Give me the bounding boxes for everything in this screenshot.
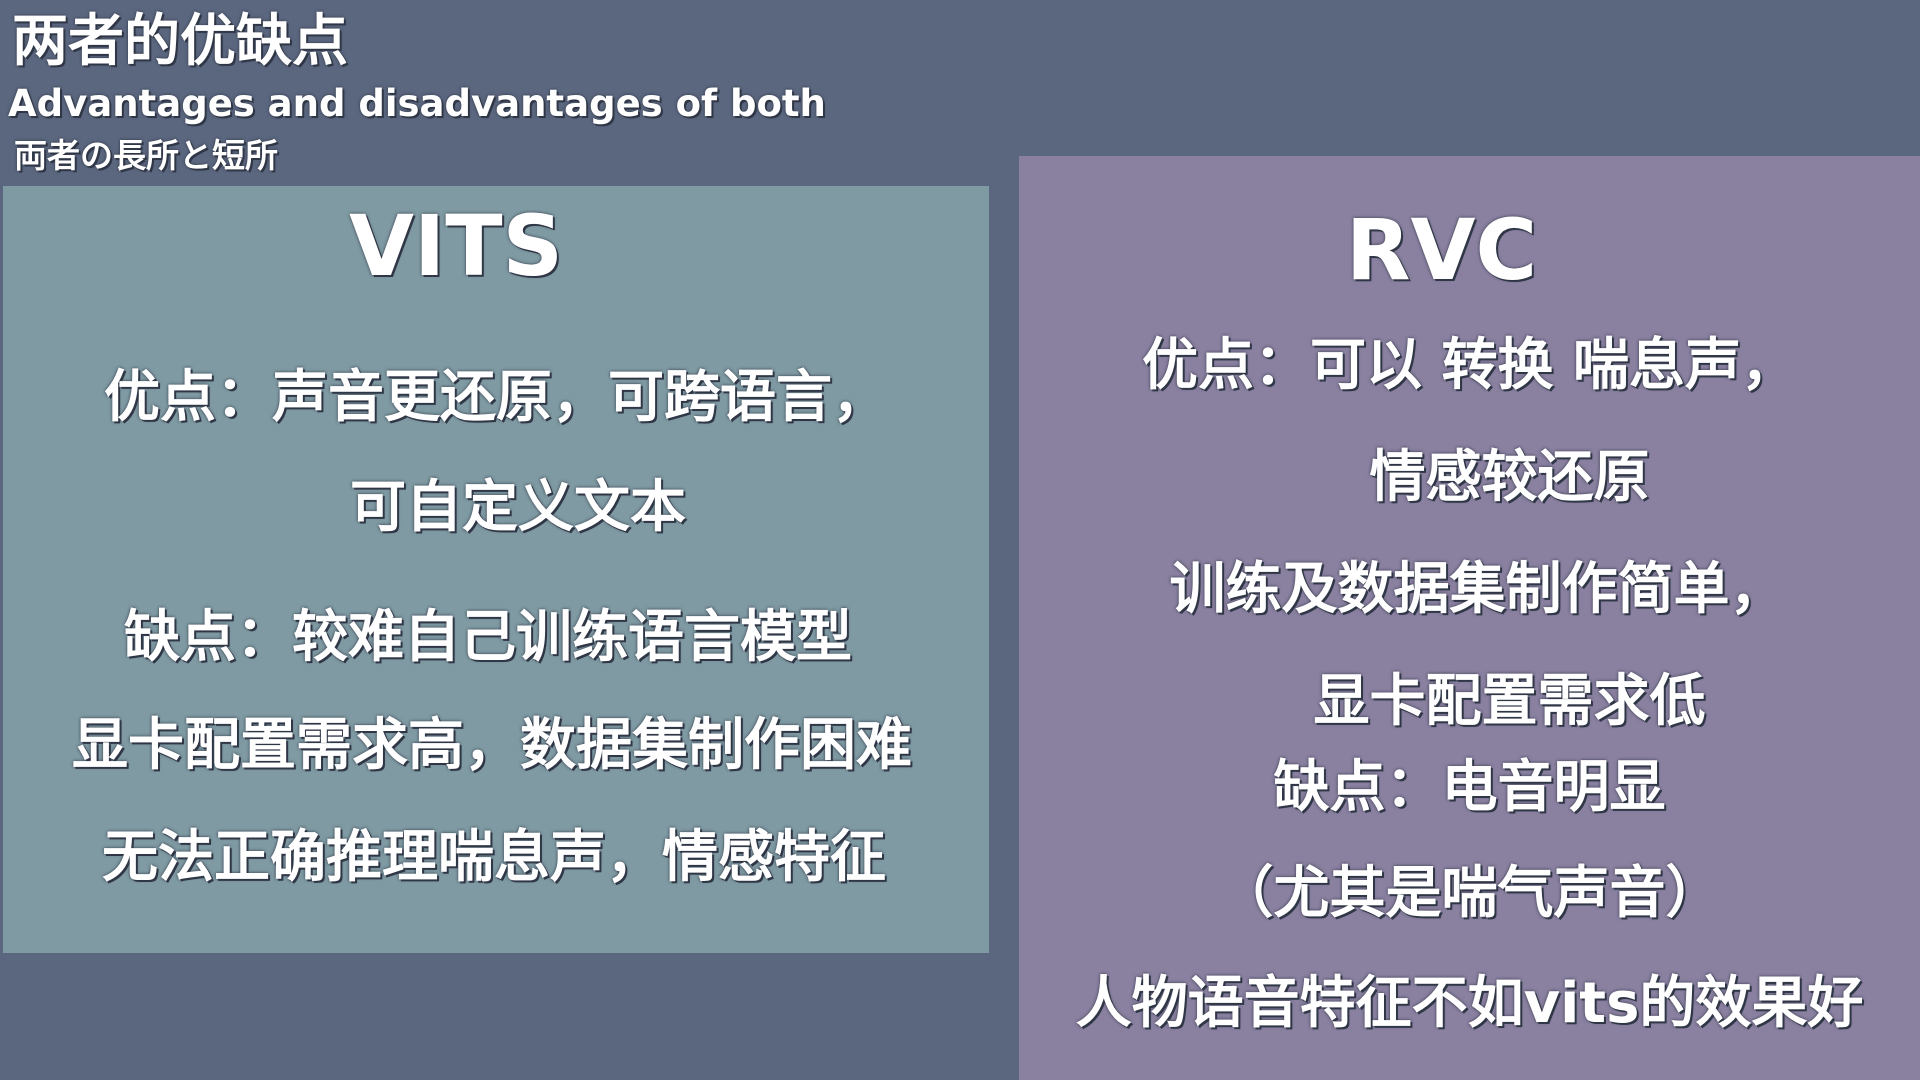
vits-cons-line: 显卡配置需求高，数据集制作困难 (72, 713, 912, 778)
rvc-cons-line: （尤其是喘气声音） (1217, 861, 1722, 926)
rvc-cons-line: 缺点：电音明显 (1273, 755, 1666, 820)
rvc-pros-line: 显卡配置需求低 (1313, 669, 1706, 734)
rvc-title: RVC (1345, 201, 1538, 299)
rvc-pros-line: 情感较还原 (1369, 445, 1650, 510)
vits-pros-line: 可自定义文本 (350, 475, 686, 540)
page-subtitle-english: Advantages and disadvantages of both (8, 82, 826, 125)
vits-cons-line: 无法正确推理喘息声，情感特征 (102, 825, 886, 890)
vits-title: VITS (348, 197, 564, 295)
rvc-pros-line: 训练及数据集制作简单， (1169, 557, 1786, 622)
vits-cons-line: 缺点：较难自己训练语言模型 (124, 605, 852, 670)
rvc-cons-line: 人物语音特征不如vits的效果好 (1075, 971, 1864, 1036)
page-title: 两者的优缺点 (12, 9, 348, 74)
vits-pros-line: 优点：声音更还原，可跨语言， (104, 365, 888, 430)
vits-panel: VITS 优点：声音更还原，可跨语言， 可自定义文本 缺点：较难自己训练语言模型… (3, 186, 989, 953)
rvc-pros-line: 优点：可以 转换 喘息声， (1142, 333, 1797, 398)
rvc-panel: RVC 优点：可以 转换 喘息声， 情感较还原 训练及数据集制作简单， 显卡配置… (1019, 156, 1920, 1080)
page-subtitle-japanese: 両者の長所と短所 (14, 136, 278, 175)
